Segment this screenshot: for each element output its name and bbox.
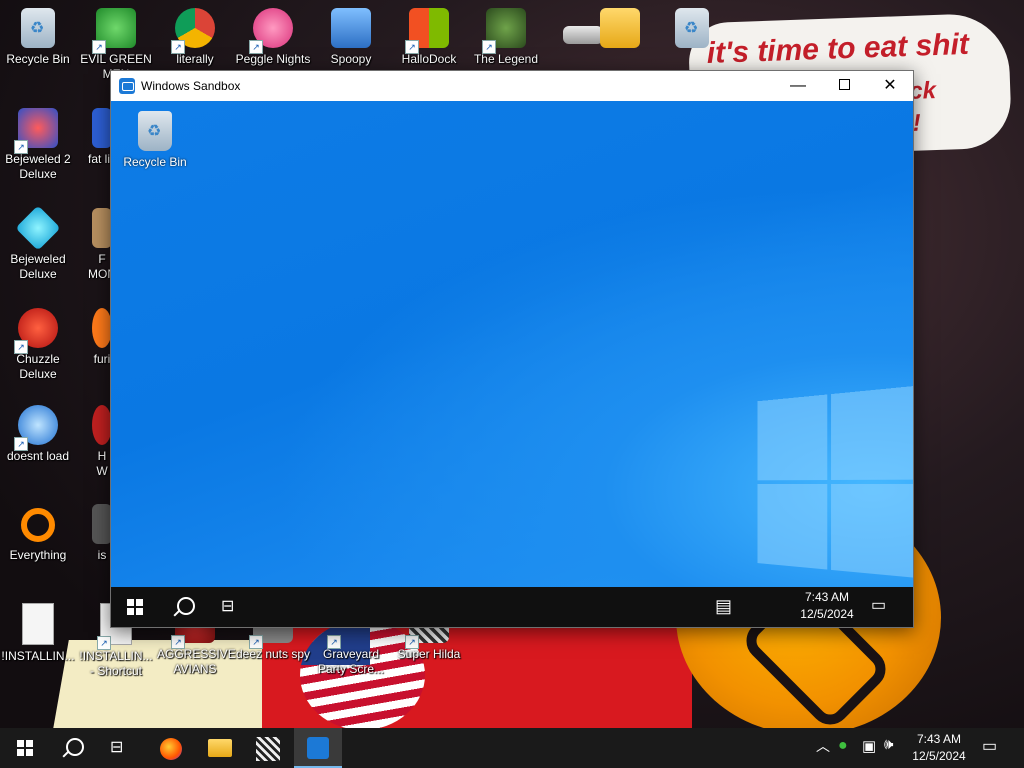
desktop-icon-label: !INSTALLIN... (1, 649, 75, 663)
desktop-icon-label: deez nuts spy (235, 647, 311, 661)
thunderbird-icon: ↗ (14, 405, 58, 451)
desktop-icon-label: HalloDock (401, 52, 457, 66)
wallpaper-text: it's time to eat shit (706, 27, 970, 70)
folder-icon (600, 8, 640, 48)
desktop-icon-literally[interactable]: ↗ literally (157, 8, 233, 67)
app-icon (92, 405, 112, 445)
peggle-icon: ↗ (249, 8, 293, 54)
sandbox-recycle-bin[interactable]: Recycle Bin (117, 111, 193, 169)
user-icon[interactable]: ● (838, 737, 848, 755)
app-icon (92, 504, 112, 544)
search-icon[interactable] (66, 738, 84, 756)
search-ring-icon (21, 508, 55, 542)
desktop-icon-label: Spoopy (330, 52, 372, 66)
app-icon (92, 208, 112, 248)
recycle-bin-label: Recycle Bin (123, 155, 187, 169)
desktop-icon-hallodock[interactable]: ↗ HalloDock (391, 8, 467, 67)
computer-icon (331, 8, 371, 48)
task-view-icon[interactable]: ⊟ (221, 596, 234, 616)
desktop-icon-label: Graveyard Party Scre... (317, 647, 385, 676)
desktop-icon-label: The Legend (473, 52, 539, 66)
legend-icon: ↗ (482, 8, 526, 54)
windows-start-icon[interactable] (127, 599, 143, 615)
chrome-icon: ↗ (171, 8, 215, 54)
clock-date: 12/5/2024 (800, 607, 854, 621)
recycle-bin-icon (138, 111, 172, 151)
sandbox-icon (307, 737, 329, 759)
gem-icon (15, 205, 61, 251)
sandbox-titlebar[interactable]: Windows Sandbox — ✕ (111, 71, 913, 101)
notification-icon[interactable]: ▭ (982, 736, 997, 756)
maximize-icon (838, 79, 850, 90)
desktop-icon-peggle-nights[interactable]: ↗ Peggle Nights (235, 8, 311, 67)
sandbox-icon (119, 78, 135, 94)
file-explorer-icon[interactable] (208, 739, 232, 757)
windows-logo-wallpaper (757, 385, 913, 582)
chuzzle-icon: ↗ (14, 308, 58, 354)
recycle-bin-icon (21, 8, 55, 48)
close-button[interactable]: ✕ (867, 71, 913, 101)
sandbox-desktop[interactable]: Recycle Bin (111, 101, 913, 587)
desktop-icon-recycle-bin[interactable]: Recycle Bin (0, 8, 76, 67)
task-view-icon[interactable]: ⊟ (110, 737, 123, 757)
network-icon[interactable]: ▣ (862, 737, 876, 755)
chevron-up-icon[interactable]: ︿ (816, 736, 830, 756)
bejeweled-2-icon: ↗ (14, 108, 58, 154)
recycle-bin-icon (675, 8, 709, 48)
app-icon (92, 108, 112, 148)
desktop-icon-recycle-bin-2[interactable] (654, 8, 730, 48)
clock-time: 7:43 AM (804, 590, 850, 604)
desktop-icon-label: Recycle Bin (6, 52, 70, 66)
sandbox-window[interactable]: Windows Sandbox — ✕ Recycle Bin ⊟ ▤ 7:43… (110, 70, 914, 628)
hallodock-icon: ↗ (405, 8, 449, 54)
clock-time: 7:43 AM (916, 732, 962, 746)
taskbar: ⊟ ︿ ● ▣ 🕪 7:43 AM 12/5/2024 ▭ (0, 728, 1024, 768)
sandbox-taskbar: ⊟ ▤ 7:43 AM 12/5/2024 ▭ (111, 587, 913, 627)
desktop-icon-label: Super Hilda (397, 647, 461, 661)
desktop-icon-label: literally (176, 52, 214, 66)
desktop-icon-the-legend[interactable]: ↗ The Legend (468, 8, 544, 67)
windows-start-icon[interactable] (17, 740, 33, 756)
pixel-app-icon[interactable] (256, 737, 280, 761)
desktop-icon-label: AGGRESSIVE AVIANS (157, 647, 236, 676)
desktop-icon-label: !INSTALLIN... - Shortcut (79, 649, 153, 678)
desktop-icon-label: Peggle Nights (235, 52, 311, 66)
maximize-button[interactable] (821, 71, 867, 101)
taskbar-clock[interactable]: 7:43 AM 12/5/2024 (904, 731, 974, 765)
firefox-icon[interactable] (160, 738, 182, 760)
desktop-icon-folder[interactable] (582, 8, 658, 48)
firefox-icon (92, 308, 112, 348)
text-file-icon (22, 603, 54, 645)
sandbox-taskbar-button[interactable] (294, 728, 342, 768)
desktop-icon-installing[interactable]: !INSTALLIN... (0, 603, 76, 664)
clock-date: 12/5/2024 (912, 749, 966, 763)
search-icon[interactable] (177, 597, 195, 615)
sandbox-clock[interactable]: 7:43 AM 12/5/2024 (791, 589, 863, 623)
notification-icon[interactable]: ▭ (871, 595, 886, 615)
volume-icon[interactable]: 🕪 (884, 736, 893, 753)
desktop-icon-spoopy[interactable]: Spoopy (313, 8, 389, 67)
news-widget-icon[interactable]: ▤ (715, 596, 732, 617)
green-men-icon: ↗ (92, 8, 136, 54)
window-title: Windows Sandbox (141, 79, 241, 93)
minimize-button[interactable]: — (775, 71, 821, 101)
